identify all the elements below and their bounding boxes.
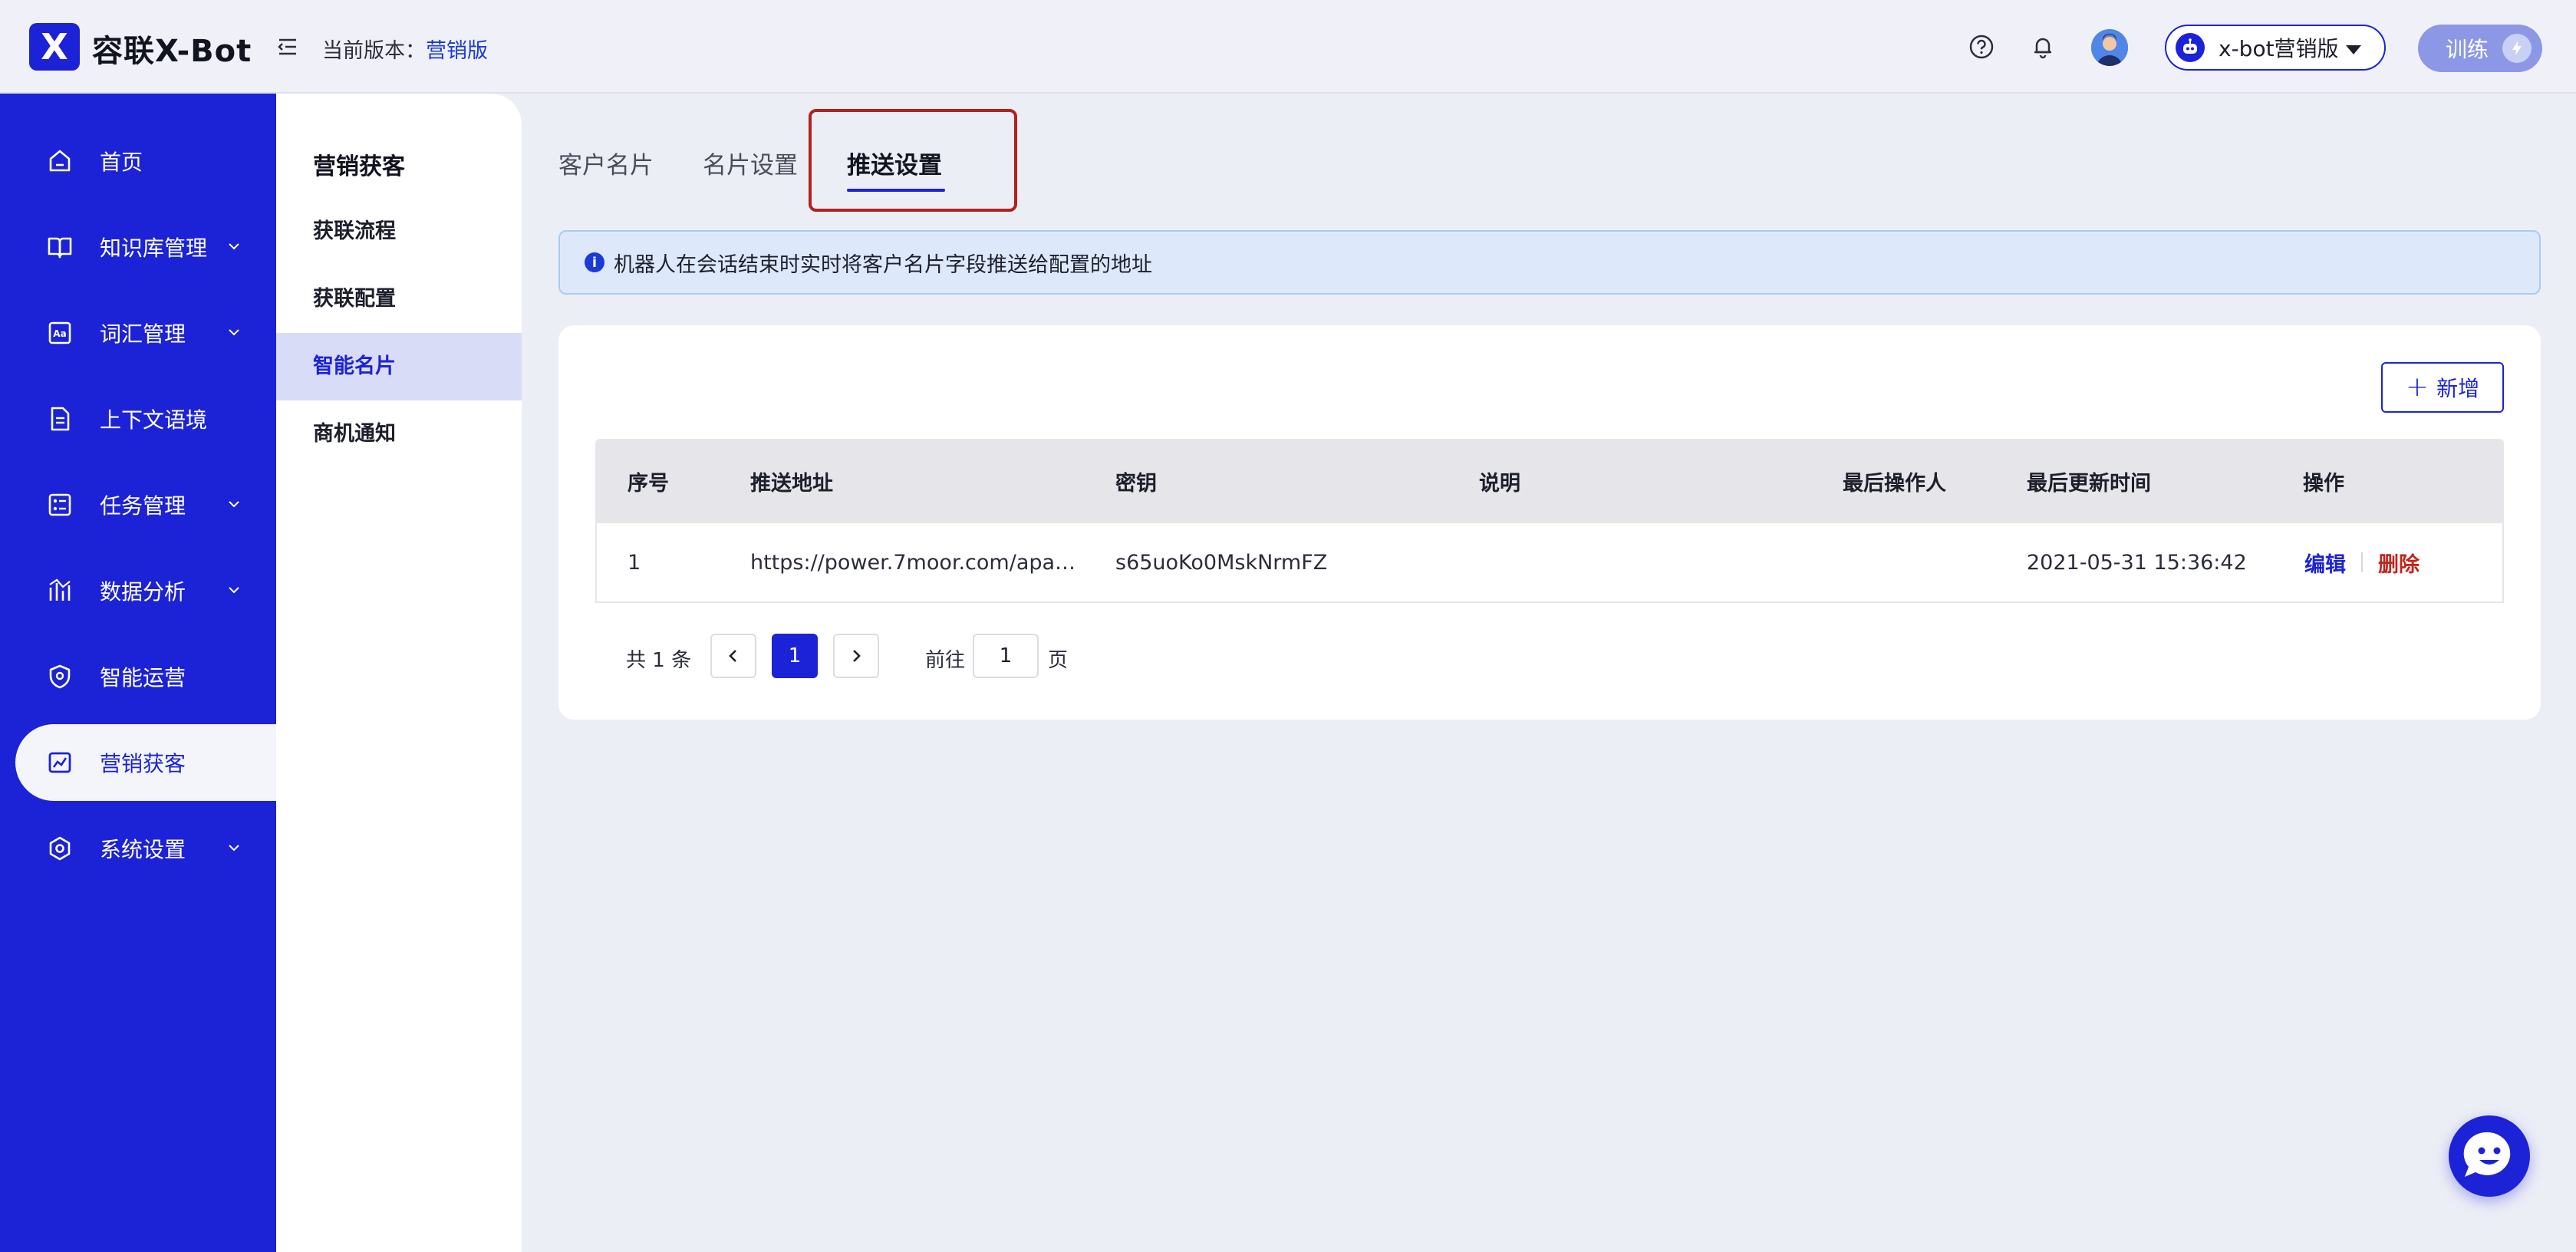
shield-icon	[49, 664, 71, 689]
subnav-item-flow[interactable]: 获联流程	[276, 198, 522, 265]
chevron-right-icon	[853, 650, 861, 662]
sidebar-item-label: 数据分析	[100, 579, 186, 605]
column-header-updated: 最后更新时间	[2027, 471, 2151, 496]
robot-icon	[2176, 33, 2205, 62]
add-button[interactable]: + 新增	[2381, 362, 2504, 413]
lightning-icon	[2502, 34, 2532, 63]
sidebar-item-label: 词汇管理	[100, 321, 186, 347]
goto-label: 前往	[925, 649, 966, 672]
chevron-down-icon	[229, 845, 239, 852]
goto-suffix: 页	[1048, 649, 1069, 672]
cell-index: 1	[628, 550, 641, 575]
sidebar-item-analytics[interactable]: 数据分析	[15, 552, 276, 629]
info-icon: i	[585, 252, 604, 272]
vocabulary-icon: Aa	[48, 321, 71, 344]
logo-mark: X	[29, 23, 80, 71]
chevron-left-icon	[729, 650, 736, 662]
tab-card-settings[interactable]: 名片设置	[703, 146, 798, 180]
sidebar-item-label: 首页	[100, 150, 143, 175]
sidebar-item-label: 营销获客	[100, 751, 186, 776]
chevron-down-icon	[229, 329, 239, 336]
prev-page-button[interactable]	[710, 634, 756, 678]
sidebar-item-settings[interactable]: 系统设置	[15, 810, 276, 887]
cell-url: https://power.7moor.com/apa…	[750, 550, 1076, 575]
alert-text: 机器人在会话结束时实时将客户名片字段推送给配置的地址	[614, 252, 1152, 277]
tab-customer-card[interactable]: 客户名片	[558, 146, 654, 180]
home-icon	[49, 150, 71, 172]
column-header-url: 推送地址	[750, 471, 833, 496]
plus-icon: +	[2405, 371, 2429, 403]
goto-page-input[interactable]	[973, 634, 1039, 678]
column-header-actions: 操作	[2303, 471, 2344, 496]
chat-bubble-icon	[2463, 1132, 2511, 1177]
sidebar-item-label: 系统设置	[100, 837, 186, 862]
pagination-total: 共 1 条	[626, 649, 692, 672]
chevron-down-icon	[229, 587, 239, 594]
train-button[interactable]: 训练	[2418, 25, 2542, 72]
column-header-key: 密钥	[1115, 471, 1157, 496]
main-sidebar: 首页 知识库管理 Aa 词汇管理 上下文语境 任务管理 数据分析 智能运营 营销…	[0, 94, 276, 1252]
chevron-down-icon	[229, 501, 239, 508]
user-avatar[interactable]	[2091, 29, 2128, 66]
subnav-title: 营销获客	[313, 153, 405, 180]
sidebar-item-tasks[interactable]: 任务管理	[15, 466, 276, 543]
sidebar-item-knowledge[interactable]: 知识库管理	[15, 209, 276, 285]
sidebar-item-label: 知识库管理	[100, 236, 208, 261]
document-icon	[51, 407, 70, 431]
marketing-icon	[48, 752, 71, 773]
cell-actions: 编辑 删除	[2304, 523, 2420, 601]
train-label: 训练	[2446, 37, 2489, 62]
chevron-down-icon	[229, 243, 239, 250]
subnav-item-notification[interactable]: 商机通知	[276, 400, 522, 468]
sidebar-item-home[interactable]: 首页	[15, 123, 276, 199]
action-divider	[2361, 552, 2363, 572]
sidebar-item-label: 任务管理	[100, 493, 186, 519]
sidebar-item-marketing[interactable]: 营销获客	[15, 724, 276, 801]
top-header: X 容联X-Bot 当前版本：营销版 x-bot营销版 训练	[0, 0, 2576, 94]
avatar-icon	[2091, 29, 2128, 66]
column-header-description: 说明	[1479, 471, 1520, 496]
subnav-item-config[interactable]: 获联配置	[276, 265, 522, 333]
sidebar-item-vocabulary[interactable]: Aa 词汇管理	[15, 295, 276, 371]
cell-updated-at: 2021-05-31 15:36:42	[2027, 550, 2247, 575]
delete-link[interactable]: 删除	[2378, 548, 2420, 578]
info-alert: i 机器人在会话结束时实时将客户名片字段推送给配置的地址	[558, 230, 2541, 295]
sidebar-item-context[interactable]: 上下文语境	[15, 381, 276, 457]
sidebar-item-operations[interactable]: 智能运营	[15, 638, 276, 715]
task-icon	[48, 493, 71, 516]
version-value: 营销版	[426, 39, 488, 63]
gear-icon	[49, 836, 71, 861]
column-header-operator: 最后操作人	[1843, 471, 1946, 496]
app-name: 容联X-Bot	[92, 34, 252, 69]
chevron-down-icon	[2346, 45, 2361, 54]
bot-name: x-bot营销版	[2219, 36, 2339, 61]
column-header-index: 序号	[628, 471, 669, 496]
sidebar-item-label: 智能运营	[100, 665, 186, 690]
book-icon	[48, 237, 72, 259]
svg-text:Aa: Aa	[53, 328, 66, 339]
highlight-box	[809, 109, 1017, 212]
next-page-button[interactable]	[833, 634, 879, 678]
chat-support-button[interactable]	[2449, 1115, 2530, 1197]
table-row: 1 https://power.7moor.com/apa… s65uoKo0M…	[595, 523, 2504, 603]
version-label: 当前版本：	[322, 39, 426, 63]
push-settings-table: 序号 推送地址 密钥 说明 最后操作人 最后更新时间 操作 1 https://…	[595, 439, 2504, 603]
page-button-current[interactable]: 1	[772, 634, 818, 678]
secondary-sidebar: 营销获客 获联流程 获联配置 智能名片 商机通知	[276, 94, 522, 1252]
table-header: 序号 推送地址 密钥 说明 最后操作人 最后更新时间 操作	[595, 439, 2504, 523]
cell-key: s65uoKo0MskNrmFZ	[1115, 550, 1328, 575]
sidebar-item-label: 上下文语境	[100, 407, 208, 433]
menu-collapse-icon[interactable]	[275, 34, 301, 60]
bot-selector[interactable]: x-bot营销版	[2165, 25, 2386, 71]
version-indicator: 当前版本：营销版	[322, 34, 488, 64]
subnav-item-smart-card[interactable]: 智能名片	[276, 333, 522, 400]
edit-link[interactable]: 编辑	[2304, 548, 2346, 578]
help-icon[interactable]	[1967, 32, 1996, 61]
chart-icon	[49, 578, 71, 601]
bell-icon[interactable]	[2028, 32, 2057, 61]
add-label: 新增	[2436, 376, 2480, 401]
